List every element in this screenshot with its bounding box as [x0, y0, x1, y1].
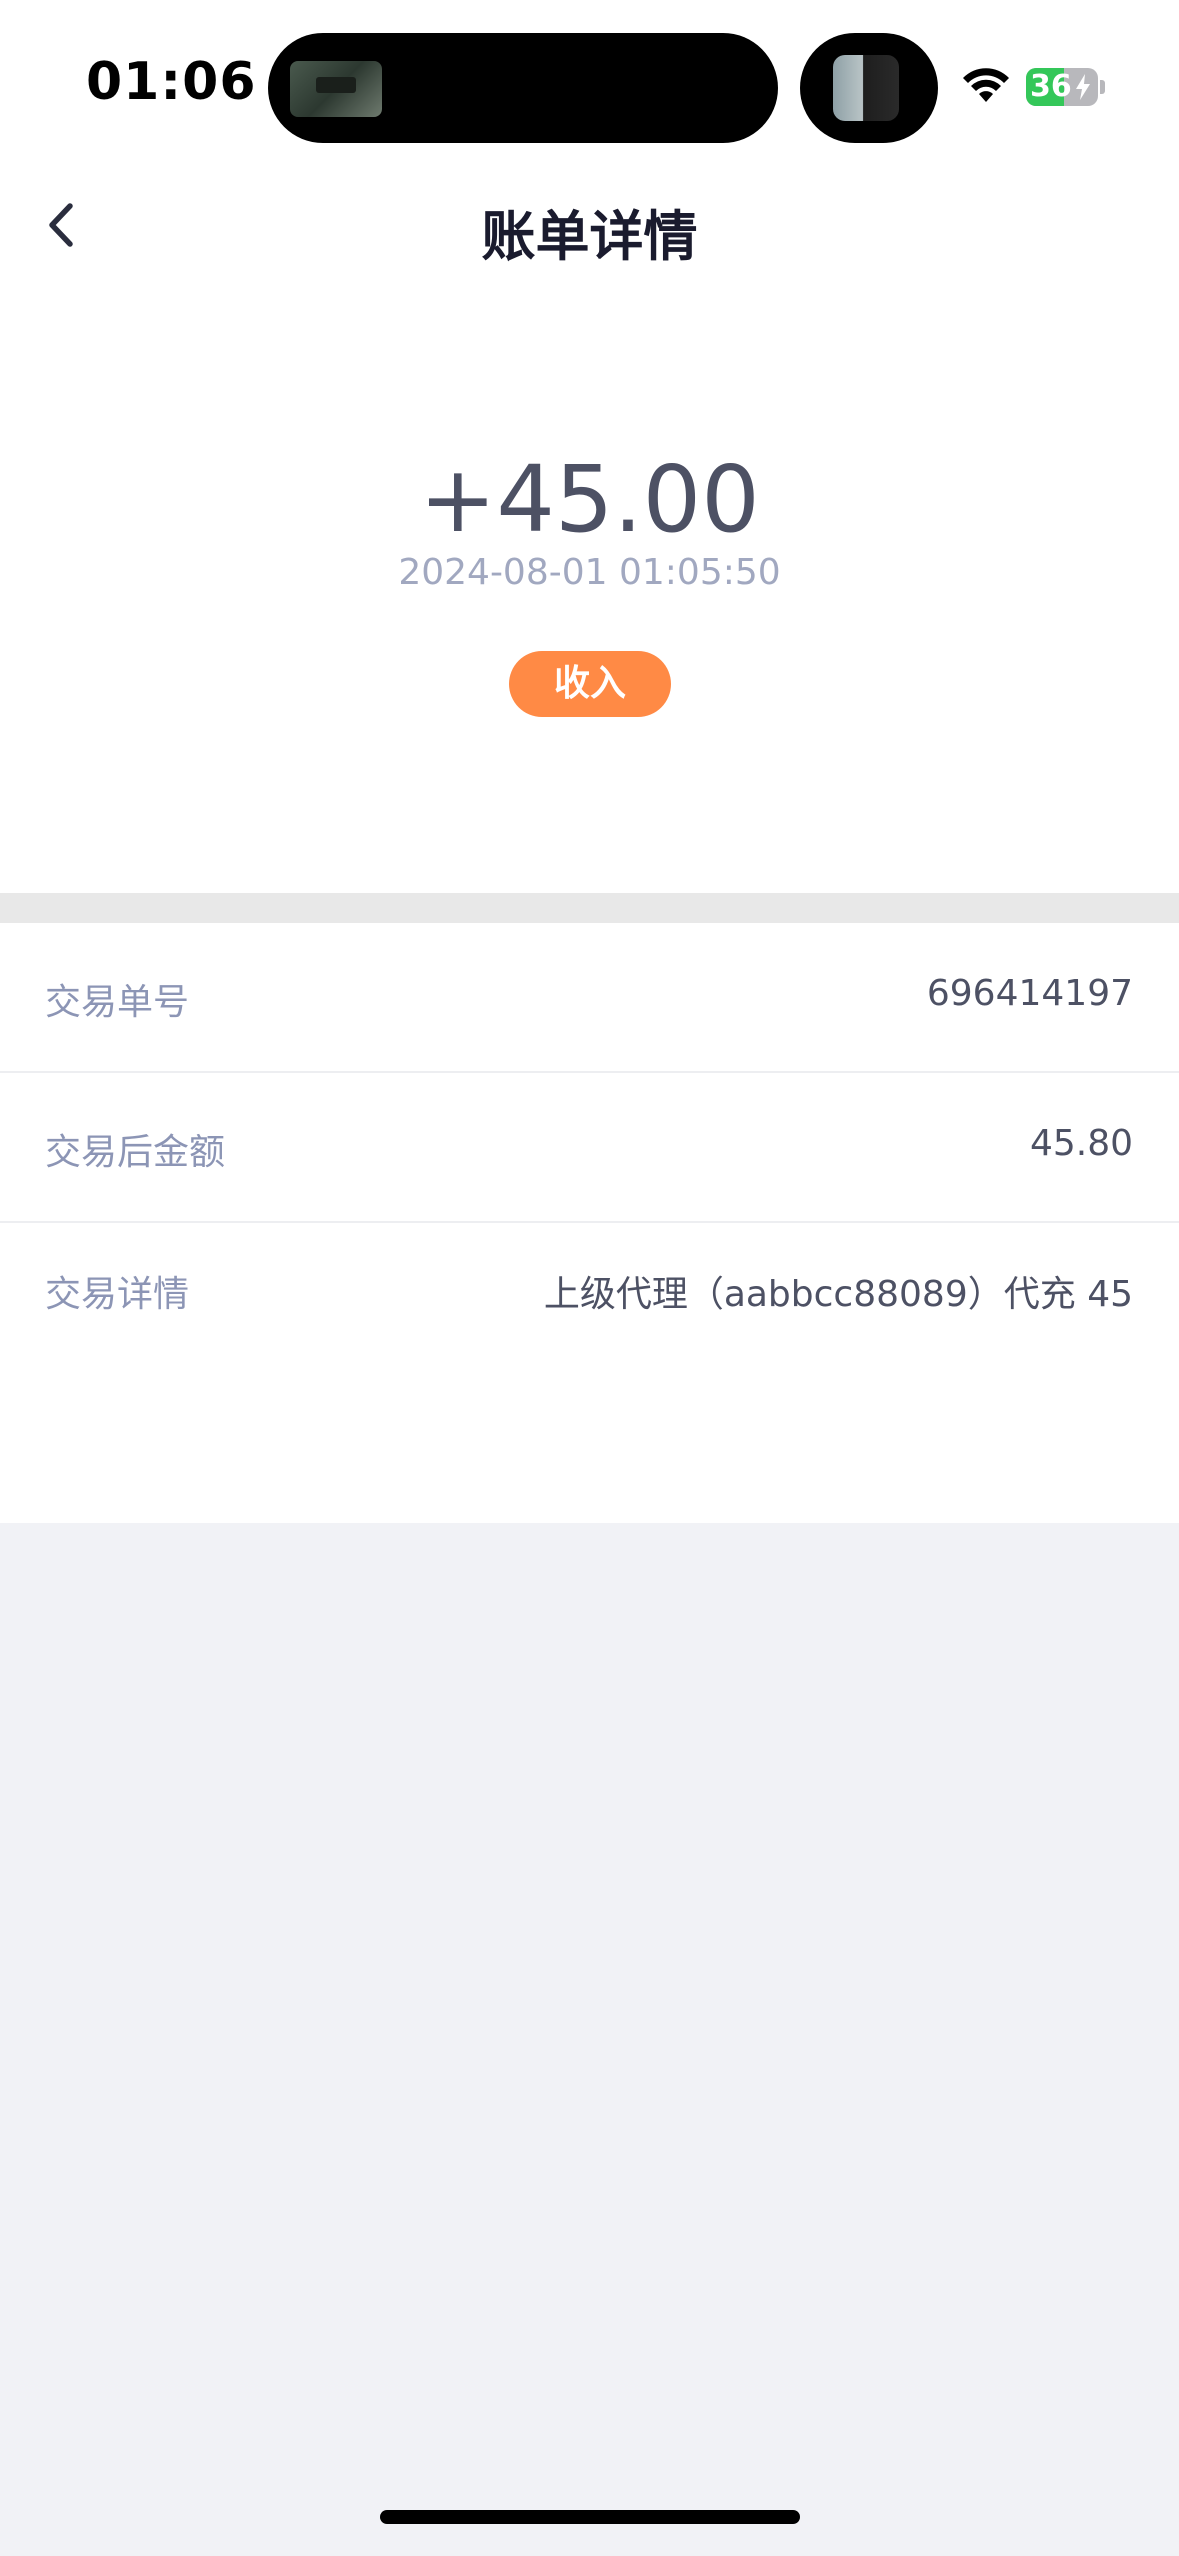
home-indicator[interactable]	[380, 2510, 800, 2524]
section-divider	[0, 893, 1179, 923]
live-activity-thumbnail	[290, 61, 382, 117]
transaction-type-badge: 收入	[509, 651, 671, 717]
detail-label: 交易后金额	[45, 1132, 226, 1173]
detail-row-description: 交易详情 上级代理（aabbcc88089）代充 45	[0, 1223, 1179, 1371]
dynamic-island-secondary[interactable]	[800, 33, 938, 143]
page-title: 账单详情	[481, 205, 698, 268]
status-time: 01:06	[86, 52, 257, 112]
navigation-bar: 账单详情	[0, 160, 1179, 290]
detail-row-balance-after: 交易后金额 45.80	[0, 1073, 1179, 1221]
detail-value: 45.80	[1029, 1123, 1133, 1164]
detail-label: 交易详情	[45, 1274, 190, 1315]
charging-bolt-icon	[1076, 74, 1090, 100]
detail-value: 696414197	[926, 973, 1133, 1014]
battery-level: 36	[1030, 69, 1072, 104]
battery-cap	[1100, 80, 1105, 94]
amount-summary: +45.00 2024-08-01 01:05:50 收入	[0, 290, 1179, 893]
status-bar: 01:06 36	[0, 0, 1179, 160]
dynamic-island[interactable]	[268, 33, 778, 143]
transaction-amount: +45.00	[419, 446, 760, 553]
battery-charging-icon: 36	[1026, 68, 1098, 106]
detail-value: 上级代理（aabbcc88089）代充 45	[543, 1274, 1133, 1315]
transaction-detail-list: 交易单号 696414197 交易后金额 45.80 交易详情 上级代理（aab…	[0, 923, 1179, 1523]
wifi-icon	[963, 68, 1009, 102]
transaction-datetime: 2024-08-01 01:05:50	[398, 552, 781, 593]
bill-detail-screen: 01:06 36 账单详情 +45.00 2024-08-01 01:05:50…	[0, 0, 1179, 2556]
detail-row-order-number: 交易单号 696414197	[0, 923, 1179, 1071]
detail-label: 交易单号	[45, 982, 190, 1023]
live-activity-avatar	[833, 55, 899, 121]
